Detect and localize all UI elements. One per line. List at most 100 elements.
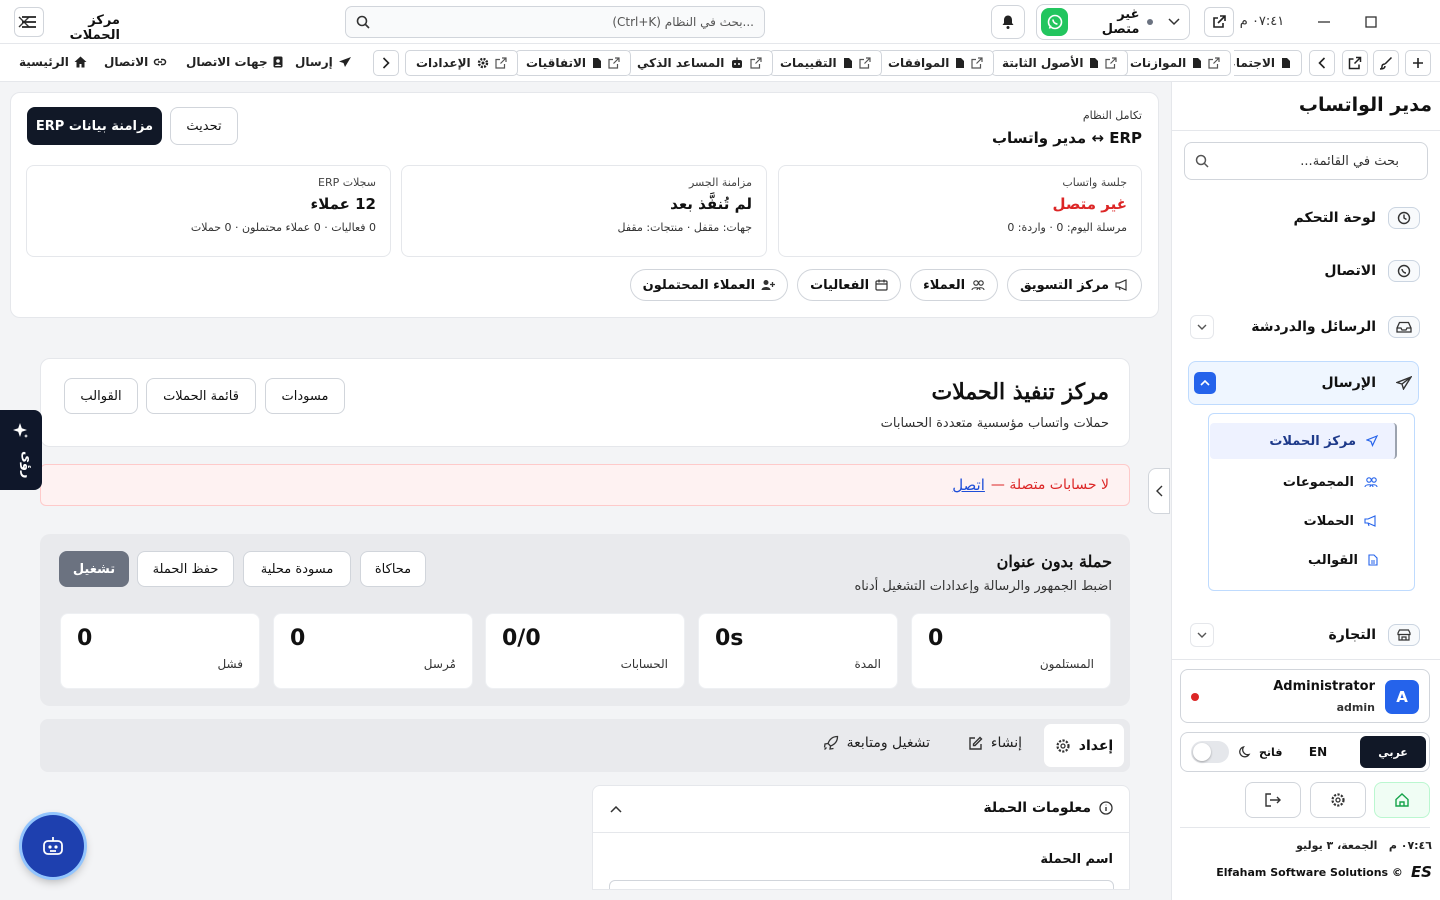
sidebar-item-dashboard[interactable]: لوحة التحكم — [1190, 198, 1420, 238]
chevron-up-icon — [610, 805, 622, 813]
step-run-tab[interactable]: تشغيل ومتابعة — [823, 735, 930, 751]
metric-sent: 0 مُرسل — [273, 613, 473, 689]
logout-button[interactable] — [1245, 782, 1301, 818]
chevron-down-icon[interactable] — [1190, 315, 1214, 339]
campaign-card: حملة بدون عنوان اضبط الجمهور والرسالة وإ… — [40, 534, 1130, 706]
settings-button[interactable] — [1310, 782, 1366, 818]
title-bar: ٠٧:٤١ م غير متصل ...بحث في النظام (Ctrl+… — [0, 0, 1440, 44]
nav-connection-link[interactable]: الاتصال — [104, 55, 167, 69]
connect-link[interactable]: اتصل — [952, 476, 985, 494]
search-icon — [1195, 154, 1209, 168]
campaign-name-input[interactable] — [609, 880, 1114, 889]
global-search-input[interactable]: ...بحث في النظام (Ctrl+K) — [345, 6, 765, 38]
templates-button[interactable]: القوالب — [64, 378, 138, 414]
chevron-down-icon — [1167, 18, 1181, 26]
home-icon — [1395, 793, 1409, 807]
open-external-button[interactable] — [1204, 7, 1234, 37]
campaign-info-header: معلومات الحملة — [983, 800, 1113, 816]
file-icon — [593, 58, 602, 68]
minimize-window-button[interactable] — [1300, 0, 1348, 44]
collapse-info-button[interactable] — [607, 800, 625, 818]
external-link-icon — [858, 57, 871, 69]
hamburger-menu-button[interactable] — [14, 7, 44, 37]
simulate-button[interactable]: محاكاة — [360, 551, 426, 587]
toggle-switch[interactable] — [1191, 741, 1229, 763]
maximize-window-button[interactable] — [1348, 0, 1394, 44]
campaign-center-subtitle: حملات واتساب مؤسسية متعددة الحسابات — [880, 416, 1109, 431]
erp-integration-card: تكامل النظام ERP ↔ مدير واتساب مزامنة بي… — [10, 92, 1159, 318]
pill-events[interactable]: الفعاليات — [797, 269, 902, 301]
drafts-button[interactable]: مسودات — [265, 378, 345, 414]
pill-customers[interactable]: العملاء — [910, 269, 999, 301]
tab-meetings[interactable]: الاجتماعات — [1234, 50, 1302, 76]
refresh-button[interactable]: تحديث — [170, 107, 238, 145]
language-en-button[interactable]: EN — [1293, 736, 1343, 768]
theme-toggle[interactable]: فاتح — [1191, 741, 1282, 763]
new-tab-button[interactable] — [1405, 50, 1431, 76]
save-campaign-button[interactable]: حفظ الحملة — [137, 551, 234, 587]
sidebar-collapse-button[interactable] — [1148, 468, 1170, 514]
whatsapp-icon — [1388, 260, 1420, 282]
tab-agreements[interactable]: الاتفاقيات — [515, 50, 632, 76]
sync-erp-button[interactable]: مزامنة بيانات ERP — [27, 107, 162, 145]
chevron-right-icon — [382, 57, 390, 69]
tab-reviews[interactable]: التقييمات — [769, 50, 882, 76]
global-search-placeholder: ...بحث في النظام (Ctrl+K) — [612, 15, 754, 29]
sidebar-item-sending[interactable]: الإرسال — [1190, 363, 1420, 403]
file-icon — [1090, 58, 1099, 68]
whatsapp-icon — [1041, 8, 1069, 36]
ai-assistant-fab[interactable] — [22, 815, 84, 877]
tab-approvals[interactable]: الموافقات — [877, 50, 995, 76]
user-card[interactable]: A Administrator admin — [1180, 669, 1430, 723]
insights-widget[interactable]: رؤى — [0, 410, 42, 490]
tabs-scroll-left-button[interactable] — [1309, 50, 1335, 76]
integration-pills: مركز التسويق العملاء الفعاليات العملاء ا… — [629, 269, 1142, 301]
footer-credit: ES Elfaham Software Solutions © — [1216, 863, 1432, 881]
submenu-campaign-center[interactable]: مركز الحملات — [1210, 423, 1396, 459]
whatsapp-status-dropdown[interactable]: غير متصل — [1036, 4, 1190, 40]
tabs-scroll-right-button[interactable] — [373, 50, 399, 76]
submenu-campaigns[interactable]: الحملات — [1210, 503, 1396, 539]
sidebar-item-connection[interactable]: الاتصال — [1190, 251, 1420, 291]
tab-budgets[interactable]: الموازنات — [1119, 50, 1232, 76]
submenu-templates[interactable]: القوالب — [1210, 542, 1396, 578]
divider — [1172, 659, 1440, 660]
clock: ٠٧:٤١ م — [1239, 14, 1285, 29]
users-icon — [1364, 477, 1378, 488]
nav-home-link[interactable]: الرئيسية — [19, 55, 87, 69]
user-plus-icon — [761, 280, 776, 290]
sidebar-search-input[interactable]: بحث في القائمة... — [1184, 142, 1428, 180]
divider — [593, 832, 1129, 833]
robot-icon — [43, 837, 63, 855]
nav-send-link[interactable]: إرسال — [295, 55, 352, 69]
campaign-list-button[interactable]: قائمة الحملات — [146, 378, 256, 414]
sidebar-item-messages[interactable]: الرسائل والدردشة — [1190, 307, 1420, 347]
step-create-tab[interactable]: إنشاء — [968, 735, 1022, 751]
tab-fixed-assets[interactable]: الأصول الثابتة — [991, 50, 1129, 76]
pill-marketing-center[interactable]: مركز التسويق — [1007, 269, 1142, 301]
home-button[interactable] — [1374, 782, 1430, 818]
nav-contacts-link[interactable]: جهات الاتصال — [186, 55, 283, 69]
step-setup-tab[interactable]: إعداد — [1044, 724, 1124, 767]
logout-icon — [1265, 793, 1281, 807]
tab-settings[interactable]: الإعدادات — [405, 50, 518, 76]
sidebar-item-commerce[interactable]: التجارة — [1190, 615, 1420, 655]
rocket-icon — [823, 735, 838, 750]
chevron-down-icon[interactable] — [1190, 623, 1214, 647]
popout-button[interactable] — [1342, 50, 1368, 76]
pill-leads[interactable]: العملاء المحتملون — [629, 269, 789, 301]
integration-subtitle: تكامل النظام — [1082, 109, 1142, 122]
metric-accounts: 0/0 الحسابات — [485, 613, 685, 689]
chevron-up-icon[interactable] — [1194, 372, 1216, 394]
tab-ai-assistant[interactable]: المساعد الذكي — [626, 50, 774, 76]
notifications-button[interactable] — [991, 5, 1025, 39]
local-draft-button[interactable]: مسودة محلية — [243, 551, 351, 587]
user-role: admin — [1336, 701, 1375, 714]
brush-button[interactable] — [1373, 50, 1399, 76]
language-ar-button[interactable]: عربي — [1360, 736, 1426, 768]
run-button[interactable]: تشغيل — [59, 551, 129, 587]
inbox-icon — [1388, 316, 1420, 338]
sidebar-title: مدير الواتساب — [1298, 94, 1432, 116]
submenu-groups[interactable]: المجموعات — [1210, 464, 1396, 500]
gear-icon — [1056, 738, 1070, 753]
